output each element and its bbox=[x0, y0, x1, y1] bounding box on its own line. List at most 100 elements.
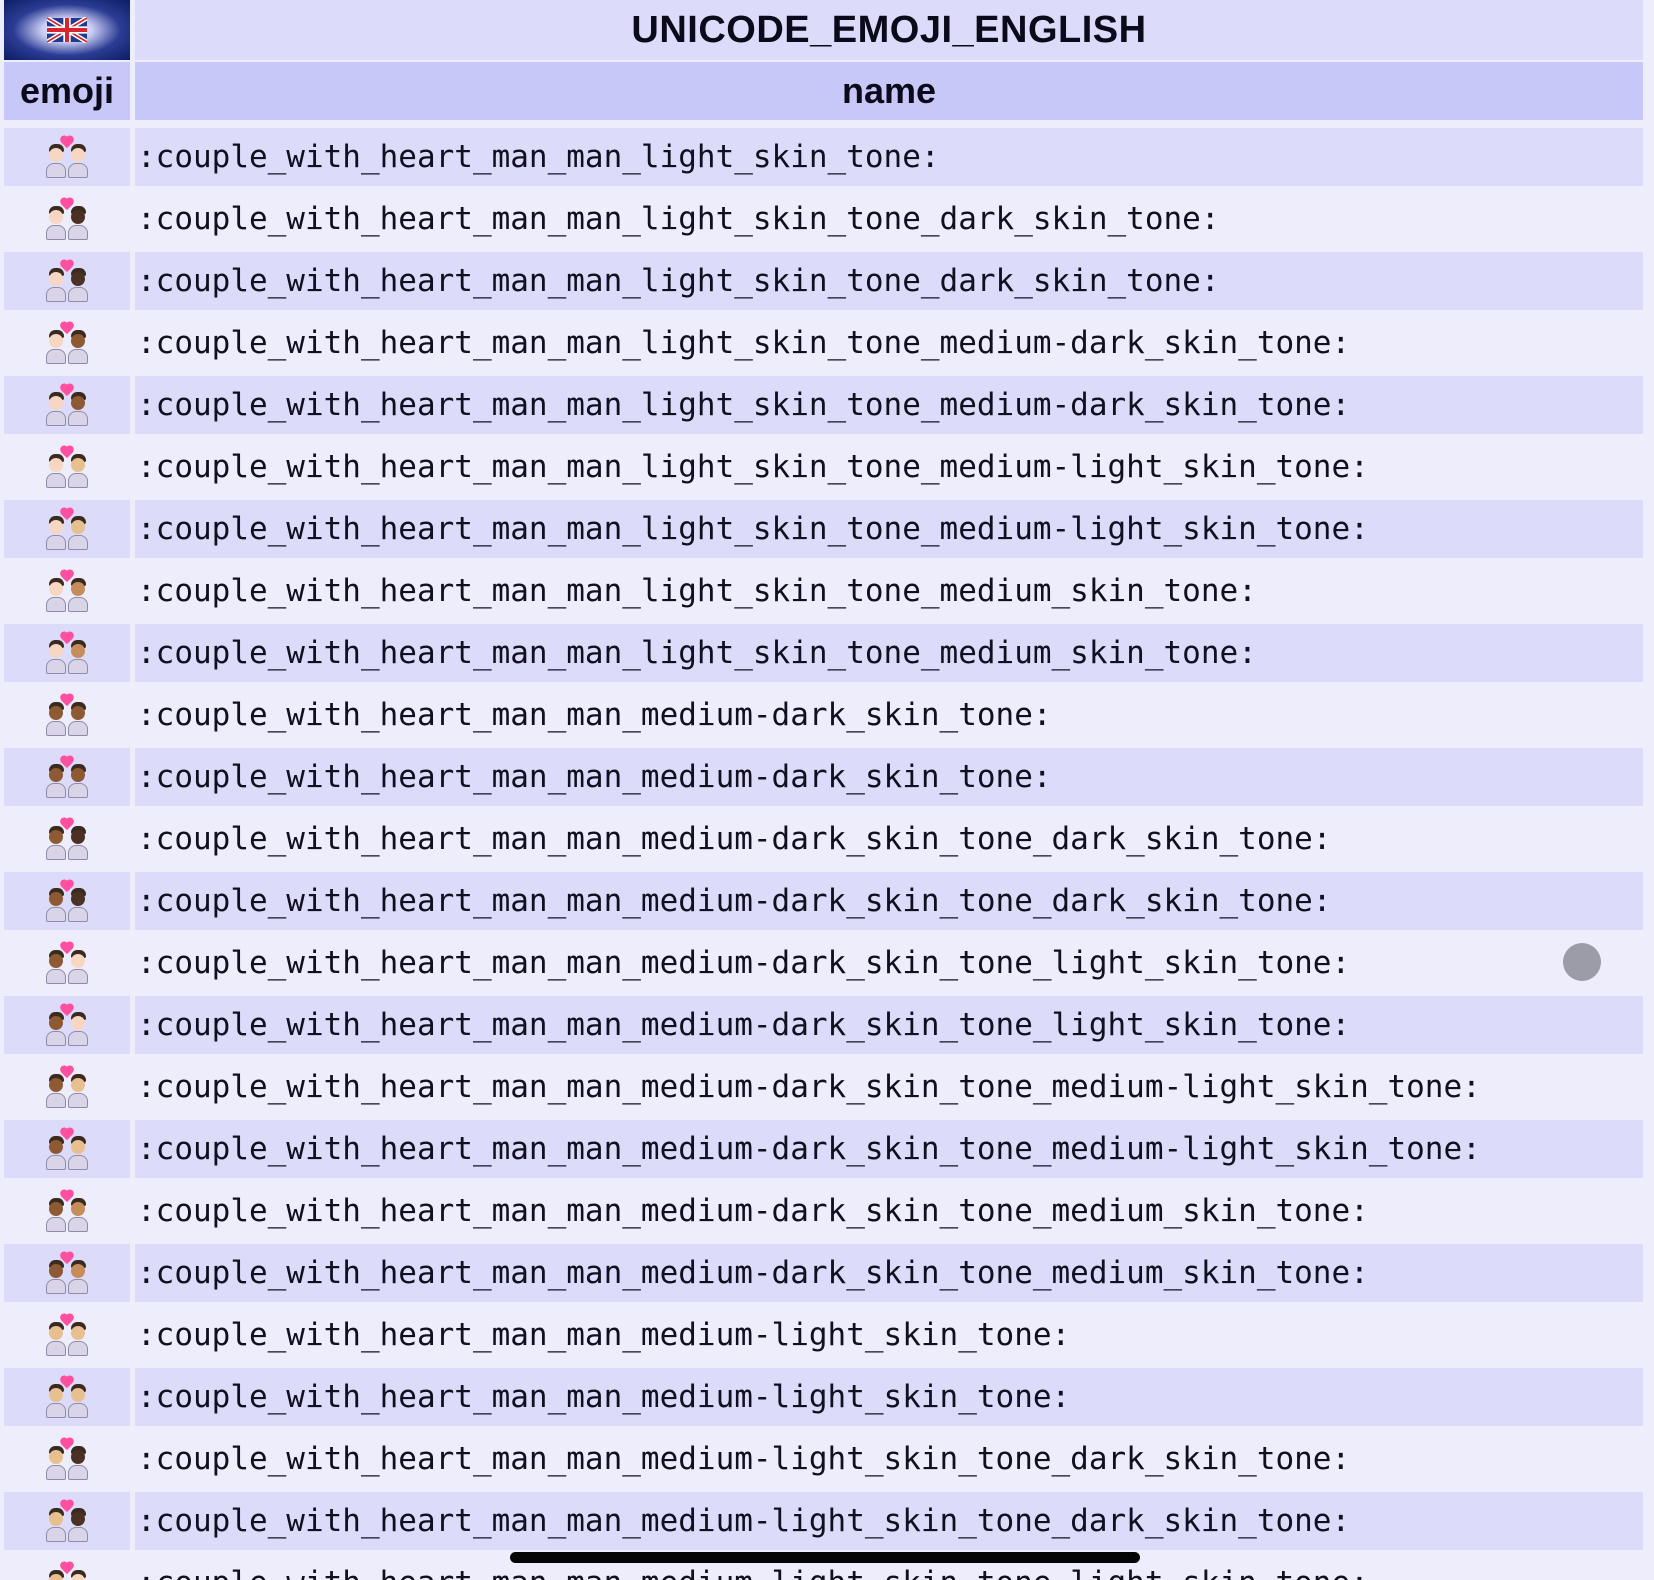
couple-with-heart-emoji-icon bbox=[45, 880, 89, 922]
couple-with-heart-emoji-icon bbox=[45, 1190, 89, 1232]
emoji-name-cell: :couple_with_heart_man_man_medium-light_… bbox=[135, 1430, 1643, 1488]
table-row[interactable]: :couple_with_heart_man_man_light_skin_to… bbox=[0, 498, 1654, 560]
emoji-name-cell: :couple_with_heart_man_man_medium-dark_s… bbox=[135, 1182, 1643, 1240]
emoji-name-cell: :couple_with_heart_man_man_medium-light_… bbox=[135, 1492, 1643, 1550]
emoji-name-cell: :couple_with_heart_man_man_medium-dark_s… bbox=[135, 872, 1643, 930]
emoji-cell bbox=[4, 376, 130, 434]
couple-with-heart-emoji-icon bbox=[45, 756, 89, 798]
emoji-name-cell: :couple_with_heart_man_man_medium-dark_s… bbox=[135, 934, 1643, 992]
couple-with-heart-emoji-icon bbox=[45, 1500, 89, 1542]
table-row[interactable]: :couple_with_heart_man_man_light_skin_to… bbox=[0, 622, 1654, 684]
table-row[interactable]: :couple_with_heart_man_man_medium-dark_s… bbox=[0, 746, 1654, 808]
table-row[interactable]: :couple_with_heart_man_man_light_skin_to… bbox=[0, 312, 1654, 374]
table-row[interactable]: :couple_with_heart_man_man_light_skin_to… bbox=[0, 126, 1654, 188]
couple-with-heart-emoji-icon bbox=[45, 136, 89, 178]
couple-with-heart-emoji-icon bbox=[45, 1562, 89, 1580]
table-header-row: emoji name bbox=[0, 62, 1654, 120]
couple-with-heart-emoji-icon bbox=[45, 1066, 89, 1108]
couple-with-heart-emoji-icon bbox=[45, 632, 89, 674]
emoji-cell bbox=[4, 748, 130, 806]
emoji-cell bbox=[4, 314, 130, 372]
couple-with-heart-emoji-icon bbox=[45, 1314, 89, 1356]
emoji-name-cell: :couple_with_heart_man_man_medium-light_… bbox=[135, 1306, 1643, 1364]
emoji-cell bbox=[4, 1244, 130, 1302]
couple-with-heart-emoji-icon bbox=[45, 198, 89, 240]
emoji-cell bbox=[4, 624, 130, 682]
table-row[interactable]: :couple_with_heart_man_man_light_skin_to… bbox=[0, 436, 1654, 498]
emoji-name-cell: :couple_with_heart_man_man_light_skin_to… bbox=[135, 624, 1643, 682]
emoji-table-page: UNICODE_EMOJI_ENGLISH emoji name :couple… bbox=[0, 0, 1654, 1580]
home-indicator-bar[interactable] bbox=[510, 1552, 1140, 1563]
emoji-name-cell: :couple_with_heart_man_man_medium-light_… bbox=[135, 1368, 1643, 1426]
emoji-name-cell: :couple_with_heart_man_man_light_skin_to… bbox=[135, 190, 1643, 248]
table-row[interactable]: :couple_with_heart_man_man_medium-dark_s… bbox=[0, 932, 1654, 994]
emoji-cell bbox=[4, 1058, 130, 1116]
couple-with-heart-emoji-icon bbox=[45, 384, 89, 426]
emoji-cell bbox=[4, 1430, 130, 1488]
emoji-name-cell: :couple_with_heart_man_man_medium-dark_s… bbox=[135, 1244, 1643, 1302]
emoji-name-cell: :couple_with_heart_man_man_medium-dark_s… bbox=[135, 748, 1643, 806]
emoji-name-cell: :couple_with_heart_man_man_light_skin_to… bbox=[135, 500, 1643, 558]
table-row[interactable]: :couple_with_heart_man_man_light_skin_to… bbox=[0, 374, 1654, 436]
emoji-name-cell: :couple_with_heart_man_man_medium-dark_s… bbox=[135, 686, 1643, 744]
table-row[interactable]: :couple_with_heart_man_man_medium-dark_s… bbox=[0, 994, 1654, 1056]
couple-with-heart-emoji-icon bbox=[45, 570, 89, 612]
table-title-row: UNICODE_EMOJI_ENGLISH bbox=[0, 0, 1654, 62]
emoji-name-cell: :couple_with_heart_man_man_light_skin_to… bbox=[135, 314, 1643, 372]
table-row[interactable]: :couple_with_heart_man_man_medium-dark_s… bbox=[0, 684, 1654, 746]
table-row[interactable]: :couple_with_heart_man_man_medium-light_… bbox=[0, 1366, 1654, 1428]
emoji-name-cell: :couple_with_heart_man_man_medium-dark_s… bbox=[135, 810, 1643, 868]
emoji-cell bbox=[4, 996, 130, 1054]
couple-with-heart-emoji-icon bbox=[45, 1438, 89, 1480]
emoji-name-cell: :couple_with_heart_man_man_light_skin_to… bbox=[135, 438, 1643, 496]
table-row[interactable]: :couple_with_heart_man_man_light_skin_to… bbox=[0, 250, 1654, 312]
emoji-cell bbox=[4, 562, 130, 620]
emoji-cell bbox=[4, 190, 130, 248]
language-flag-button[interactable] bbox=[4, 0, 130, 60]
emoji-cell bbox=[4, 810, 130, 868]
emoji-cell bbox=[4, 1492, 130, 1550]
table-title: UNICODE_EMOJI_ENGLISH bbox=[135, 0, 1643, 60]
table-row[interactable]: :couple_with_heart_man_man_medium-dark_s… bbox=[0, 1118, 1654, 1180]
emoji-cell bbox=[4, 934, 130, 992]
emoji-cell bbox=[4, 128, 130, 186]
couple-with-heart-emoji-icon bbox=[45, 818, 89, 860]
couple-with-heart-emoji-icon bbox=[45, 1252, 89, 1294]
emoji-cell bbox=[4, 438, 130, 496]
emoji-name-cell: :couple_with_heart_man_man_medium-dark_s… bbox=[135, 996, 1643, 1054]
emoji-cell bbox=[4, 1182, 130, 1240]
couple-with-heart-emoji-icon bbox=[45, 508, 89, 550]
uk-flag-icon bbox=[47, 17, 87, 43]
table-row[interactable]: :couple_with_heart_man_man_light_skin_to… bbox=[0, 560, 1654, 622]
couple-with-heart-emoji-icon bbox=[45, 1128, 89, 1170]
table-body: :couple_with_heart_man_man_light_skin_to… bbox=[0, 126, 1654, 1580]
table-row[interactable]: :couple_with_heart_man_man_medium-dark_s… bbox=[0, 1056, 1654, 1118]
table-row[interactable]: :couple_with_heart_man_man_medium-dark_s… bbox=[0, 870, 1654, 932]
couple-with-heart-emoji-icon bbox=[45, 446, 89, 488]
column-header-name[interactable]: name bbox=[135, 62, 1643, 120]
table-row[interactable]: :couple_with_heart_man_man_light_skin_to… bbox=[0, 188, 1654, 250]
emoji-cell bbox=[4, 1120, 130, 1178]
couple-with-heart-emoji-icon bbox=[45, 694, 89, 736]
table-row[interactable]: :couple_with_heart_man_man_medium-dark_s… bbox=[0, 1242, 1654, 1304]
couple-with-heart-emoji-icon bbox=[45, 1376, 89, 1418]
emoji-name-cell: :couple_with_heart_man_man_light_skin_to… bbox=[135, 376, 1643, 434]
emoji-name-cell: :couple_with_heart_man_man_medium-dark_s… bbox=[135, 1120, 1643, 1178]
couple-with-heart-emoji-icon bbox=[45, 942, 89, 984]
table-row[interactable]: :couple_with_heart_man_man_medium-dark_s… bbox=[0, 808, 1654, 870]
emoji-cell bbox=[4, 1368, 130, 1426]
scroll-indicator[interactable] bbox=[1563, 943, 1601, 981]
table-row[interactable]: :couple_with_heart_man_man_medium-dark_s… bbox=[0, 1180, 1654, 1242]
column-header-emoji[interactable]: emoji bbox=[4, 62, 130, 120]
table-row[interactable]: :couple_with_heart_man_man_medium-light_… bbox=[0, 1490, 1654, 1552]
table-row[interactable]: :couple_with_heart_man_man_medium-light_… bbox=[0, 1428, 1654, 1490]
emoji-name-cell: :couple_with_heart_man_man_light_skin_to… bbox=[135, 128, 1643, 186]
couple-with-heart-emoji-icon bbox=[45, 1004, 89, 1046]
table-row[interactable]: :couple_with_heart_man_man_medium-light_… bbox=[0, 1304, 1654, 1366]
emoji-cell bbox=[4, 872, 130, 930]
emoji-cell bbox=[4, 500, 130, 558]
emoji-name-cell: :couple_with_heart_man_man_light_skin_to… bbox=[135, 562, 1643, 620]
emoji-cell bbox=[4, 1306, 130, 1364]
emoji-cell bbox=[4, 686, 130, 744]
couple-with-heart-emoji-icon bbox=[45, 260, 89, 302]
